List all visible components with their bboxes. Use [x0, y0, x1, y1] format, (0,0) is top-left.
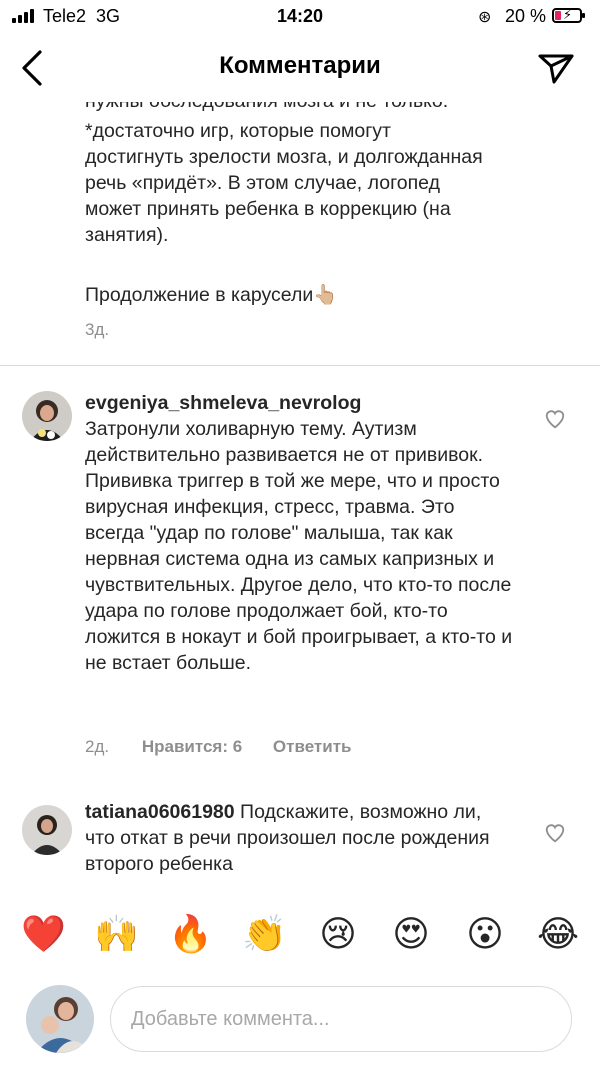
comment-timestamp: 2д. [85, 737, 110, 756]
rotation-lock-icon: ⊛ [478, 9, 492, 26]
fire-emoji-button[interactable]: 🔥 [168, 912, 213, 956]
like-heart-icon[interactable] [544, 408, 566, 430]
caption-continuation: Продолжение в карусели👆🏼 [85, 284, 338, 306]
crying-emoji-button[interactable]: 😢 [316, 912, 360, 956]
heart-emoji-button[interactable]: ❤️ [21, 912, 66, 956]
caption-timestamp: 3д. [85, 320, 110, 339]
caption-text-cut: нужны обследования мозга и не только. [85, 102, 585, 114]
reply-button[interactable]: Ответить [273, 737, 352, 756]
page-title: Комментарии [219, 52, 381, 79]
like-heart-icon[interactable] [544, 822, 566, 844]
divider [0, 365, 600, 366]
likes-count-button[interactable]: Нравится: 6 [142, 737, 242, 756]
heart-eyes-emoji-button[interactable]: 😍 [389, 912, 433, 956]
laughing-emoji-button[interactable]: 😂 [536, 912, 580, 956]
battery-percent: 20 % [505, 6, 547, 26]
battery-icon: ⚡ [552, 7, 585, 23]
emoji-bar: ❤️ 🙌 🔥 👏 😢 😍 😮 😂 [0, 898, 600, 974]
paper-plane-icon[interactable] [536, 48, 576, 88]
header: Комментарии [0, 34, 600, 102]
current-user-avatar [26, 985, 94, 1053]
comment-username[interactable]: tatiana06061980 [85, 801, 235, 823]
comment-text: tatiana06061980 Подскажите, возможно ли,… [85, 799, 515, 877]
comment-meta: 2д. Нравится: 6 Ответить [85, 737, 505, 757]
status-bar: Tele2 3G 14:20 ⊛ 20 % ⚡ [0, 0, 600, 34]
surprised-emoji-button[interactable]: 😮 [463, 912, 507, 956]
comment-username[interactable]: evgeniya_shmeleva_nevrolog [85, 392, 361, 414]
clap-emoji-button[interactable]: 👏 [242, 912, 287, 956]
avatar[interactable] [22, 391, 72, 441]
comment-input[interactable] [110, 986, 572, 1052]
comments-feed[interactable]: нужны обследования мозга и не только. *д… [0, 102, 600, 890]
caption-text: *достаточно игр, которые помогут достигн… [85, 120, 483, 246]
comment-text: evgeniya_shmeleva_nevrolog Затронули холи… [85, 390, 515, 676]
avatar[interactable] [22, 805, 72, 855]
raised-hands-emoji-button[interactable]: 🙌 [94, 912, 139, 956]
comment-body: Затронули холиварную тему. Аутизм действ… [85, 418, 513, 674]
